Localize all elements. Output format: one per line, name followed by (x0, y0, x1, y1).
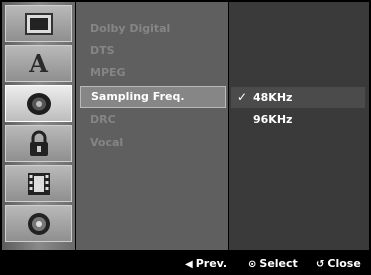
sidebar-item-disc[interactable] (5, 205, 72, 242)
option-96khz[interactable]: 96KHz (231, 109, 365, 130)
menu-item-drc[interactable]: DRC (80, 109, 226, 131)
left-arrow-icon: ◀ (185, 259, 193, 270)
language-a-icon: A (29, 49, 48, 78)
option-label: 48KHz (253, 91, 293, 104)
select-label: Select (259, 257, 298, 270)
checkmark-icon: ✓ (237, 90, 248, 104)
option-label: 96KHz (253, 113, 293, 126)
menu-item-mpeg[interactable]: MPEG (80, 62, 226, 84)
prev-label: Prev. (195, 257, 228, 270)
prev-hint[interactable]: ◀ Prev. (185, 257, 227, 271)
sidebar-item-others[interactable] (5, 165, 72, 202)
sidebar-item-lock[interactable] (5, 125, 72, 162)
setup-menu-screen: A Dolby Digital DTS MPEG Sampling Freq. … (0, 0, 371, 275)
disc-icon (27, 212, 50, 235)
film-icon (27, 172, 50, 195)
option-48khz[interactable]: ✓ 48KHz (231, 87, 365, 108)
sidebar-item-display[interactable] (5, 5, 72, 42)
menu-item-sampling-freq[interactable]: Sampling Freq. (80, 86, 226, 108)
enter-button-icon: ⊙ (248, 259, 257, 270)
select-hint[interactable]: ⊙ Select (248, 257, 298, 271)
close-label: Close (327, 257, 361, 270)
category-sidebar: A (2, 2, 75, 250)
sidebar-item-audio[interactable] (5, 85, 72, 122)
menu-item-dolby-digital[interactable]: Dolby Digital (80, 18, 226, 40)
tv-screen-icon (24, 12, 53, 35)
key-hint-bar: ◀ Prev. ⊙ Select ↺ Close (0, 252, 371, 275)
audio-speaker-icon (26, 92, 51, 115)
menu-item-dts[interactable]: DTS (80, 40, 226, 62)
return-icon: ↺ (316, 259, 325, 270)
menu-item-vocal[interactable]: Vocal (80, 132, 226, 154)
audio-menu-panel: Dolby Digital DTS MPEG Sampling Freq. DR… (76, 2, 228, 250)
close-hint[interactable]: ↺ Close (316, 257, 361, 271)
sidebar-item-language[interactable]: A (5, 45, 72, 82)
lock-icon (29, 130, 48, 156)
options-panel: ✓ 48KHz 96KHz (229, 2, 369, 250)
